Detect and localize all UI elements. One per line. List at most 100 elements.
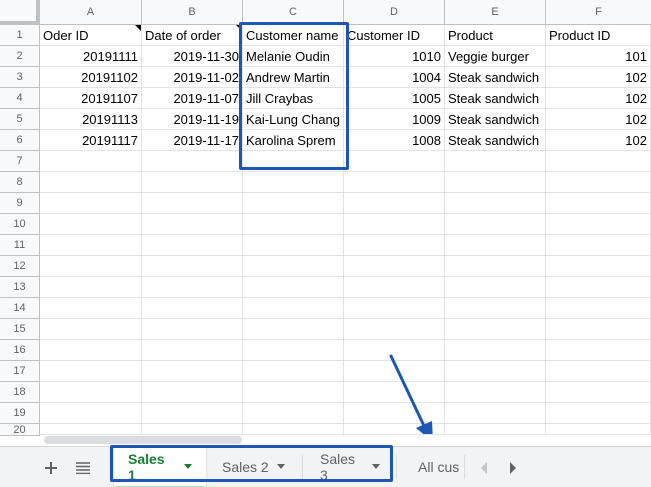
caret-down-icon[interactable]: [372, 464, 380, 469]
header-cell[interactable]: Oder ID: [40, 25, 142, 45]
empty-cell[interactable]: [344, 277, 445, 297]
chevron-right-icon[interactable]: [503, 447, 523, 487]
empty-cell[interactable]: [445, 172, 546, 192]
row-header[interactable]: 1: [0, 25, 40, 46]
data-cell[interactable]: 2019-11-17: [142, 130, 243, 150]
empty-cell[interactable]: [344, 172, 445, 192]
empty-cell[interactable]: [40, 277, 142, 297]
note-indicator-b1[interactable]: [236, 25, 242, 31]
empty-cell[interactable]: [344, 319, 445, 339]
sheet-tab-sales-1[interactable]: Sales 1: [114, 447, 206, 486]
empty-cell[interactable]: [445, 340, 546, 360]
empty-cell[interactable]: [344, 214, 445, 234]
empty-cell[interactable]: [142, 403, 243, 423]
list-icon[interactable]: [72, 447, 94, 487]
data-cell[interactable]: 1009: [344, 109, 445, 129]
row-header[interactable]: 5: [0, 109, 40, 130]
row-header[interactable]: 17: [0, 361, 40, 382]
column-header-e[interactable]: E: [445, 0, 546, 25]
data-cell[interactable]: Veggie burger: [445, 46, 546, 66]
column-header-a[interactable]: A: [40, 0, 142, 25]
empty-cell[interactable]: [40, 151, 142, 171]
empty-cell[interactable]: [445, 382, 546, 402]
empty-cell[interactable]: [40, 340, 142, 360]
empty-cell[interactable]: [243, 151, 344, 171]
empty-cell[interactable]: [243, 277, 344, 297]
empty-cell[interactable]: [546, 235, 651, 255]
empty-cell[interactable]: [40, 319, 142, 339]
empty-cell[interactable]: [243, 340, 344, 360]
data-cell[interactable]: Steak sandwich: [445, 88, 546, 108]
row-header[interactable]: 20: [0, 424, 40, 436]
row-header[interactable]: 13: [0, 277, 40, 298]
header-cell[interactable]: Customer ID: [344, 25, 445, 45]
column-header-b[interactable]: B: [142, 0, 243, 25]
column-header-d[interactable]: D: [344, 0, 445, 25]
row-header[interactable]: 3: [0, 67, 40, 88]
empty-cell[interactable]: [142, 340, 243, 360]
empty-cell[interactable]: [445, 277, 546, 297]
row-header[interactable]: 10: [0, 214, 40, 235]
empty-cell[interactable]: [142, 361, 243, 381]
empty-cell[interactable]: [243, 298, 344, 318]
data-cell[interactable]: 2019-11-30: [142, 46, 243, 66]
data-cell[interactable]: 2019-11-07: [142, 88, 243, 108]
horizontal-scroll-thumb[interactable]: [44, 436, 242, 444]
data-cell[interactable]: 1005: [344, 88, 445, 108]
row-header[interactable]: 18: [0, 382, 40, 403]
empty-cell[interactable]: [546, 361, 651, 381]
sheet-tab-sales-3[interactable]: Sales 3: [306, 447, 394, 486]
data-cell[interactable]: Andrew Martin: [243, 67, 344, 87]
empty-cell[interactable]: [546, 382, 651, 402]
data-cell[interactable]: 20191107: [40, 88, 142, 108]
empty-cell[interactable]: [445, 361, 546, 381]
empty-cell[interactable]: [546, 151, 651, 171]
data-cell[interactable]: 102: [546, 109, 651, 129]
empty-cell[interactable]: [142, 151, 243, 171]
chevron-left-icon[interactable]: [474, 447, 494, 487]
empty-cell[interactable]: [445, 403, 546, 423]
empty-cell[interactable]: [445, 193, 546, 213]
caret-down-icon[interactable]: [184, 464, 192, 469]
empty-cell[interactable]: [445, 256, 546, 276]
header-cell[interactable]: Date of order: [142, 25, 243, 45]
data-cell[interactable]: 102: [546, 67, 651, 87]
empty-cell[interactable]: [445, 151, 546, 171]
empty-cell[interactable]: [344, 151, 445, 171]
row-header[interactable]: 9: [0, 193, 40, 214]
empty-cell[interactable]: [243, 193, 344, 213]
row-header[interactable]: 16: [0, 340, 40, 361]
note-indicator-a1[interactable]: [135, 25, 141, 31]
empty-cell[interactable]: [243, 214, 344, 234]
empty-cell[interactable]: [40, 172, 142, 192]
empty-cell[interactable]: [243, 319, 344, 339]
data-cell[interactable]: 1010: [344, 46, 445, 66]
header-cell[interactable]: Customer name: [243, 25, 344, 45]
empty-cell[interactable]: [142, 382, 243, 402]
empty-cell[interactable]: [40, 193, 142, 213]
empty-cell[interactable]: [445, 298, 546, 318]
empty-cell[interactable]: [40, 235, 142, 255]
empty-cell[interactable]: [243, 235, 344, 255]
header-cell[interactable]: Product ID: [546, 25, 651, 45]
column-header-f[interactable]: F: [546, 0, 651, 25]
empty-cell[interactable]: [243, 256, 344, 276]
empty-cell[interactable]: [142, 172, 243, 192]
data-cell[interactable]: Melanie Oudin: [243, 46, 344, 66]
data-cell[interactable]: 1004: [344, 67, 445, 87]
row-header[interactable]: 4: [0, 88, 40, 109]
empty-cell[interactable]: [546, 298, 651, 318]
empty-cell[interactable]: [243, 403, 344, 423]
empty-cell[interactable]: [546, 214, 651, 234]
row-header[interactable]: 7: [0, 151, 40, 172]
empty-cell[interactable]: [142, 319, 243, 339]
header-cell[interactable]: Product: [445, 25, 546, 45]
data-cell[interactable]: Jill Craybas: [243, 88, 344, 108]
empty-cell[interactable]: [40, 403, 142, 423]
empty-cell[interactable]: [344, 193, 445, 213]
data-cell[interactable]: 20191102: [40, 67, 142, 87]
empty-cell[interactable]: [142, 193, 243, 213]
empty-cell[interactable]: [546, 403, 651, 423]
empty-cell[interactable]: [40, 382, 142, 402]
row-header[interactable]: 14: [0, 298, 40, 319]
